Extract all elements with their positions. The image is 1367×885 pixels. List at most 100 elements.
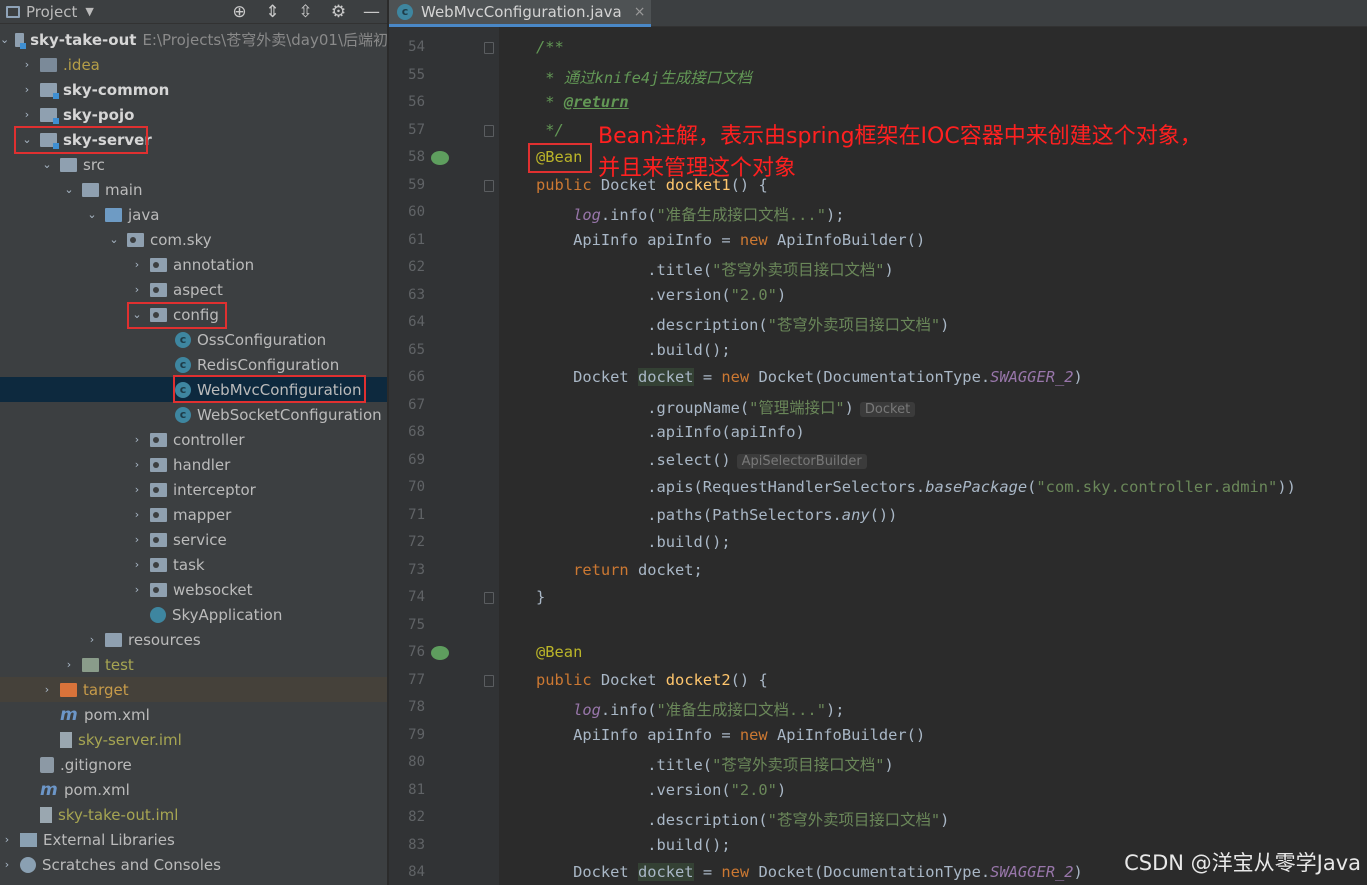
- chevron-down-icon[interactable]: ⌄: [0, 33, 9, 46]
- fold-icon[interactable]: [484, 42, 494, 54]
- line-number[interactable]: 74: [389, 589, 425, 605]
- tree-item[interactable]: ›cWebSocketConfiguration: [0, 402, 387, 427]
- chevron-right-icon[interactable]: ›: [130, 508, 144, 521]
- line-number[interactable]: 76: [389, 644, 425, 660]
- tree-item[interactable]: › target: [0, 677, 387, 702]
- close-icon[interactable]: ×: [634, 4, 646, 20]
- expand-all-icon[interactable]: ⇕: [256, 2, 289, 22]
- chevron-right-icon[interactable]: ›: [62, 658, 76, 671]
- line-number[interactable]: 64: [389, 314, 425, 330]
- chevron-right-icon[interactable]: ›: [130, 533, 144, 546]
- line-number[interactable]: 67: [389, 397, 425, 413]
- chevron-down-icon[interactable]: ⌄: [85, 208, 99, 221]
- chevron-right-icon[interactable]: ›: [130, 583, 144, 596]
- line-number[interactable]: 65: [389, 342, 425, 358]
- spring-bean-icon[interactable]: [431, 646, 449, 660]
- tree-item[interactable]: ›mpom.xml: [0, 702, 387, 727]
- chevron-right-icon[interactable]: ›: [40, 683, 54, 696]
- chevron-right-icon[interactable]: ›: [130, 433, 144, 446]
- tree-item[interactable]: ›SkyApplication: [0, 602, 387, 627]
- fold-icon[interactable]: [484, 179, 494, 192]
- chevron-right-icon[interactable]: ›: [85, 633, 99, 646]
- tree-item[interactable]: ›.gitignore: [0, 752, 387, 777]
- line-number[interactable]: 61: [389, 232, 425, 248]
- chevron-right-icon[interactable]: ›: [20, 83, 34, 96]
- tree-item[interactable]: › handler: [0, 452, 387, 477]
- fold-icon[interactable]: [484, 674, 494, 687]
- chevron-right-icon[interactable]: ›: [130, 558, 144, 571]
- tree-item[interactable]: ›cRedisConfiguration: [0, 352, 387, 377]
- hide-icon[interactable]: —: [355, 2, 387, 22]
- line-number[interactable]: 54: [389, 39, 425, 55]
- tree-item[interactable]: ⌄ main: [0, 177, 387, 202]
- chevron-right-icon[interactable]: ›: [130, 283, 144, 296]
- line-number[interactable]: 69: [389, 452, 425, 468]
- line-number[interactable]: 83: [389, 837, 425, 853]
- chevron-right-icon[interactable]: ›: [20, 58, 34, 71]
- project-panel-title[interactable]: Project: [26, 3, 77, 21]
- line-number[interactable]: 80: [389, 754, 425, 770]
- tree-item-config[interactable]: ⌄ config: [0, 302, 387, 327]
- tree-item[interactable]: ⌄ src: [0, 152, 387, 177]
- line-number[interactable]: 71: [389, 507, 425, 523]
- line-number[interactable]: 57: [389, 122, 425, 138]
- tree-item[interactable]: › External Libraries: [0, 827, 387, 852]
- spring-bean-icon[interactable]: [431, 151, 449, 165]
- line-number[interactable]: 78: [389, 699, 425, 715]
- tree-item[interactable]: ›mpom.xml: [0, 777, 387, 802]
- line-number[interactable]: 81: [389, 782, 425, 798]
- line-number[interactable]: 56: [389, 94, 425, 110]
- line-number[interactable]: 70: [389, 479, 425, 495]
- line-number[interactable]: 58: [389, 149, 425, 165]
- tree-item[interactable]: ⌄ sky-take-out E:\Projects\苍穹外卖\day01\后端初: [0, 27, 387, 52]
- line-number[interactable]: 84: [389, 864, 425, 880]
- tree-item[interactable]: › controller: [0, 427, 387, 452]
- locate-icon[interactable]: ⊕: [223, 2, 256, 22]
- tree-item[interactable]: › Scratches and Consoles: [0, 852, 387, 877]
- chevron-down-icon[interactable]: ⌄: [107, 233, 121, 246]
- line-number[interactable]: 72: [389, 534, 425, 550]
- chevron-right-icon[interactable]: ›: [130, 458, 144, 471]
- tree-item[interactable]: › resources: [0, 627, 387, 652]
- tree-item[interactable]: › aspect: [0, 277, 387, 302]
- tree-item[interactable]: › annotation: [0, 252, 387, 277]
- tree-item[interactable]: › sky-pojo: [0, 102, 387, 127]
- tree-item[interactable]: › mapper: [0, 502, 387, 527]
- tree-item[interactable]: › task: [0, 552, 387, 577]
- tree-item-sky-server[interactable]: ⌄ sky-server: [0, 127, 387, 152]
- line-number[interactable]: 63: [389, 287, 425, 303]
- tree-item[interactable]: › test: [0, 652, 387, 677]
- chevron-right-icon[interactable]: ›: [20, 108, 34, 121]
- line-number[interactable]: 55: [389, 67, 425, 83]
- tree-item[interactable]: ›sky-server.iml: [0, 727, 387, 752]
- chevron-right-icon[interactable]: ›: [130, 483, 144, 496]
- chevron-down-icon[interactable]: ⌄: [130, 308, 144, 321]
- fold-icon[interactable]: [484, 124, 494, 137]
- tree-item[interactable]: › service: [0, 527, 387, 552]
- line-number[interactable]: 82: [389, 809, 425, 825]
- line-number[interactable]: 77: [389, 672, 425, 688]
- tree-item[interactable]: › .idea: [0, 52, 387, 77]
- line-number[interactable]: 68: [389, 424, 425, 440]
- tree-item[interactable]: › interceptor: [0, 477, 387, 502]
- chevron-down-icon[interactable]: ▼: [85, 5, 93, 18]
- tree-item[interactable]: ›cOssConfiguration: [0, 327, 387, 352]
- tree-item[interactable]: ⌄ java: [0, 202, 387, 227]
- chevron-right-icon[interactable]: ›: [130, 258, 144, 271]
- line-number[interactable]: 75: [389, 617, 425, 633]
- tree-item[interactable]: ›sky-take-out.iml: [0, 802, 387, 827]
- gear-icon[interactable]: ⚙: [322, 2, 355, 22]
- line-number[interactable]: 66: [389, 369, 425, 385]
- editor-tab[interactable]: c WebMvcConfiguration.java ×: [389, 0, 651, 27]
- tree-item[interactable]: › sky-common: [0, 77, 387, 102]
- line-number[interactable]: 62: [389, 259, 425, 275]
- tree-item[interactable]: › websocket: [0, 577, 387, 602]
- tree-item-webmvcconfiguration[interactable]: ›cWebMvcConfiguration: [0, 377, 387, 402]
- chevron-down-icon[interactable]: ⌄: [62, 183, 76, 196]
- line-number[interactable]: 60: [389, 204, 425, 220]
- tree-item[interactable]: ⌄ com.sky: [0, 227, 387, 252]
- line-number[interactable]: 79: [389, 727, 425, 743]
- chevron-right-icon[interactable]: ›: [0, 858, 14, 871]
- chevron-down-icon[interactable]: ⌄: [20, 133, 34, 146]
- line-number[interactable]: 59: [389, 177, 425, 193]
